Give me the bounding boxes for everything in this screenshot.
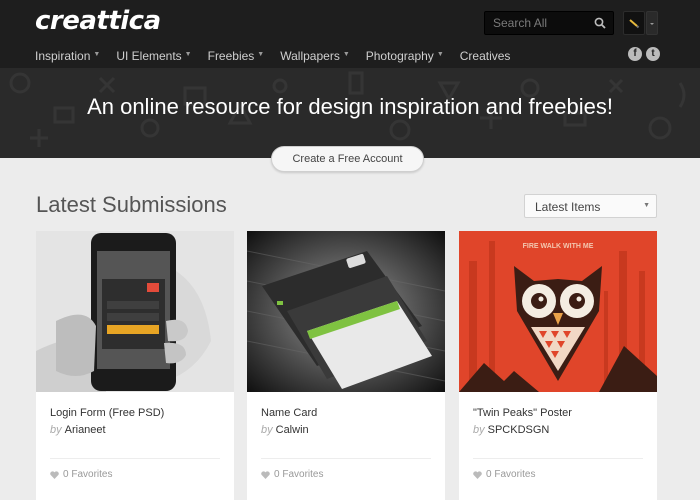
hero-banner: An online resource for design inspiratio… xyxy=(0,68,700,158)
nav-item-label: Wallpapers xyxy=(280,49,340,63)
card-byline: by SPCKDSGN xyxy=(473,424,549,436)
facebook-icon[interactable]: f xyxy=(628,47,642,61)
nav-item-label: Freebies xyxy=(207,49,255,63)
card-byline: by Arianeet xyxy=(50,424,106,436)
nav-item-wallpapers[interactable]: Wallpapers ▼ xyxy=(280,48,350,64)
phone-login-form-photo xyxy=(36,231,234,392)
submission-card[interactable]: FIRE WALK WITH ME "Twin Peaks" Poster by… xyxy=(459,231,657,500)
business-cards-photo xyxy=(247,231,445,392)
by-label: by xyxy=(473,424,485,436)
submission-card[interactable]: Name Card by Calwin 0 Favorites xyxy=(247,231,445,500)
nav-item-label: UI Elements xyxy=(116,49,182,63)
favorites-count[interactable]: 0 Favorites xyxy=(473,469,535,480)
submission-card[interactable]: Login Form (Free PSD) by Arianeet 0 Favor… xyxy=(36,231,234,500)
pencil-icon xyxy=(629,19,640,29)
favorites-count[interactable]: 0 Favorites xyxy=(261,469,323,480)
nav-item-creatives[interactable]: Creatives xyxy=(460,48,511,64)
favorites-label: 0 Favorites xyxy=(486,469,536,480)
card-author[interactable]: Arianeet xyxy=(65,424,106,436)
card-byline: by Calwin xyxy=(261,424,309,436)
chevron-down-icon: ▼ xyxy=(342,50,350,58)
card-author[interactable]: Calwin xyxy=(276,424,309,436)
heart-icon xyxy=(473,470,482,479)
section-heading: Latest Submissions xyxy=(36,192,227,217)
user-avatar[interactable] xyxy=(623,11,645,35)
chevron-down-icon: ▼ xyxy=(184,50,192,58)
chevron-down-icon: ▼ xyxy=(93,50,101,58)
search-box xyxy=(484,11,614,35)
create-account-button[interactable]: Create a Free Account xyxy=(271,146,424,172)
nav-item-label: Creatives xyxy=(459,49,511,63)
nav-item-freebies[interactable]: Freebies ▼ xyxy=(208,48,265,64)
card-thumbnail[interactable] xyxy=(247,231,445,392)
sort-selected-value: Latest Items xyxy=(535,200,601,214)
card-title[interactable]: Login Form (Free PSD) xyxy=(50,407,164,419)
card-thumbnail[interactable] xyxy=(36,231,234,392)
card-divider xyxy=(261,458,431,459)
by-label: by xyxy=(50,424,62,436)
nav-item-inspiration[interactable]: Inspiration ▼ xyxy=(35,48,100,64)
main-nav: Inspiration ▼ UI Elements ▼ Freebies ▼ Wall… xyxy=(35,48,526,64)
card-author[interactable]: SPCKDSGN xyxy=(488,424,550,436)
chevron-down-icon: ▼ xyxy=(257,50,265,58)
card-title[interactable]: "Twin Peaks" Poster xyxy=(473,407,572,419)
favorites-count[interactable]: 0 Favorites xyxy=(50,469,112,480)
favorites-label: 0 Favorites xyxy=(274,469,324,480)
chevron-down-icon: ▼ xyxy=(436,50,444,58)
twitter-icon[interactable]: t xyxy=(646,47,660,61)
hero-headline: An online resource for design inspiratio… xyxy=(87,94,613,119)
site-logo[interactable]: creattica xyxy=(35,6,161,36)
poster-tagline: FIRE WALK WITH ME xyxy=(523,243,594,250)
nav-item-ui-elements[interactable]: UI Elements ▼ xyxy=(116,48,191,64)
card-divider xyxy=(50,458,220,459)
nav-item-label: Photography xyxy=(365,49,434,63)
card-thumbnail[interactable]: FIRE WALK WITH ME xyxy=(459,231,657,392)
search-input[interactable] xyxy=(493,15,593,31)
chevron-down-icon: ▼ xyxy=(643,202,650,209)
nav-item-label: Inspiration xyxy=(35,49,91,63)
heart-icon xyxy=(261,470,270,479)
card-divider xyxy=(473,458,643,459)
chevron-down-icon xyxy=(650,23,654,25)
sort-select[interactable]: Latest Items ▼ xyxy=(524,194,657,218)
user-menu-toggle[interactable] xyxy=(646,11,658,35)
card-title[interactable]: Name Card xyxy=(261,407,317,419)
search-icon[interactable] xyxy=(594,17,606,29)
favorites-label: 0 Favorites xyxy=(63,469,113,480)
by-label: by xyxy=(261,424,273,436)
owl-poster-illustration: FIRE WALK WITH ME xyxy=(459,231,657,392)
nav-item-photography[interactable]: Photography ▼ xyxy=(366,48,444,64)
site-header: creattica Inspiration▼ UI Elements▼ Free… xyxy=(0,0,700,68)
heart-icon xyxy=(50,470,59,479)
